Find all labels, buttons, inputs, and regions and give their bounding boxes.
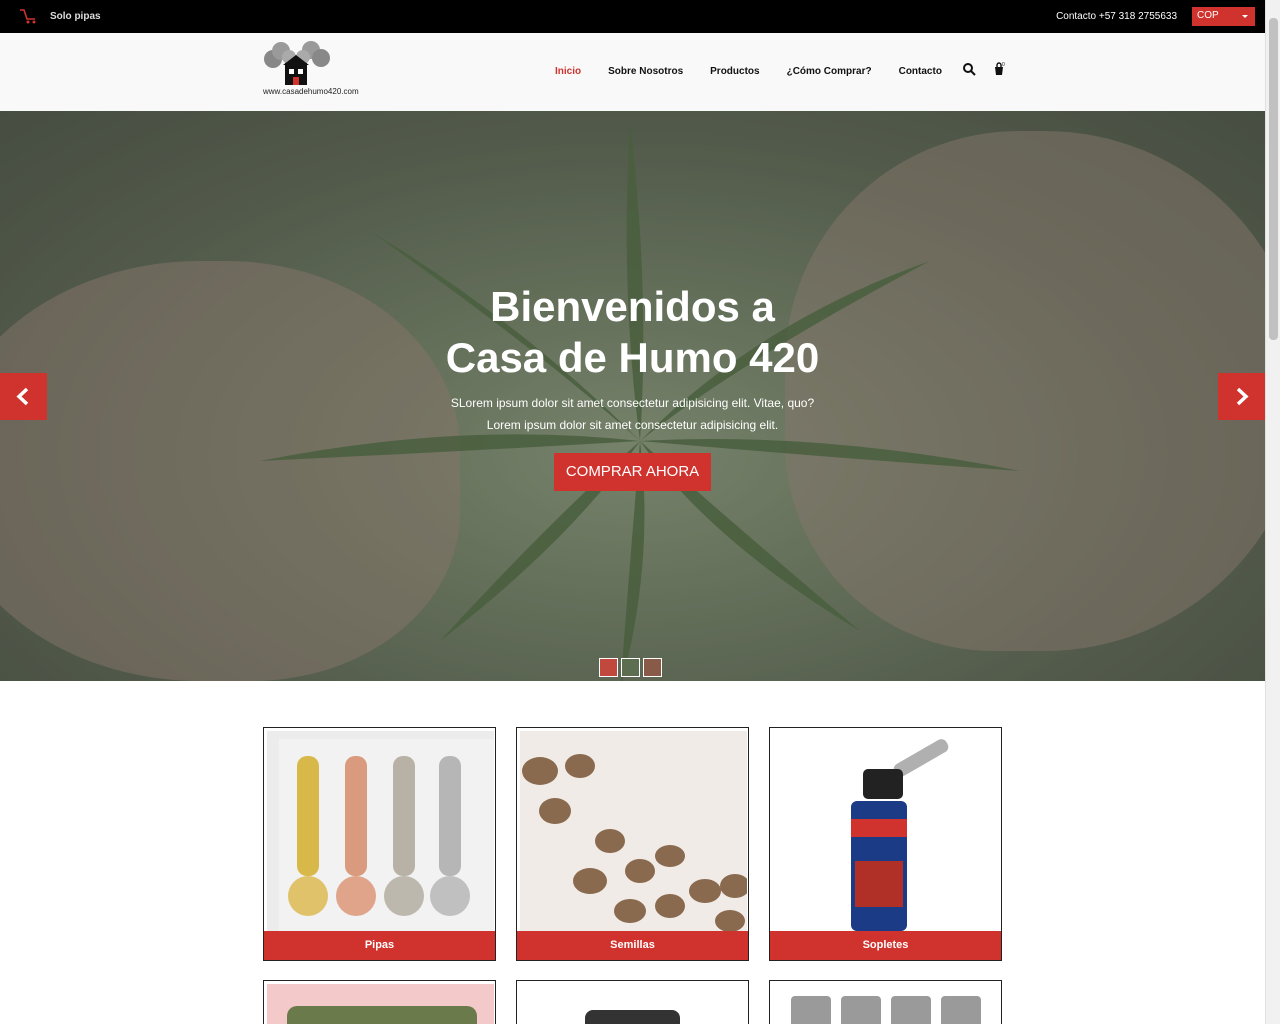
nav-item-contacto[interactable]: Contacto xyxy=(899,66,942,77)
product-image xyxy=(773,984,1000,1024)
nav-item-como-comprar[interactable]: ¿Cómo Comprar? xyxy=(787,66,872,77)
chevron-down-icon xyxy=(1242,15,1248,18)
site-header: www.casadehumo420.com Inicio Sobre Nosot… xyxy=(0,33,1265,111)
hero-slider: Bienvenidos a Casa de Humo 420 SLorem ip… xyxy=(0,111,1265,681)
product-image xyxy=(267,984,494,1024)
torch-image xyxy=(773,731,1000,931)
category-label: Pipas xyxy=(264,931,495,960)
category-label: Semillas xyxy=(517,931,748,960)
ticker-text: Solo pipas xyxy=(50,10,101,22)
slider-prev-button[interactable] xyxy=(0,373,47,420)
header-actions: 0 xyxy=(962,62,1006,76)
logo-url: www.casadehumo420.com xyxy=(263,87,359,96)
slider-next-button[interactable] xyxy=(1218,373,1265,420)
cart-promo-icon xyxy=(20,9,36,24)
contact-phone[interactable]: Contacto +57 318 2755633 xyxy=(1056,11,1177,22)
hero-title-line1: Bienvenidos a xyxy=(490,283,775,330)
currency-value: COP xyxy=(1197,10,1219,21)
ticker: Solo pipas xyxy=(18,7,101,25)
hero-title-line2: Casa de Humo 420 xyxy=(445,334,820,381)
nav-item-inicio[interactable]: Inicio xyxy=(555,66,581,77)
nav-item-sobre-nosotros[interactable]: Sobre Nosotros xyxy=(608,66,683,77)
chevron-right-icon xyxy=(1236,387,1249,406)
nav-item-productos[interactable]: Productos xyxy=(710,66,759,77)
hero-subtitle-line1: SLorem ipsum dolor sit amet consectetur … xyxy=(450,396,815,410)
category-card-pipas[interactable]: Pipas xyxy=(263,727,496,961)
pipes-image xyxy=(267,731,494,931)
site-logo[interactable]: www.casadehumo420.com xyxy=(263,41,373,101)
chevron-left-icon xyxy=(16,387,29,406)
category-card-4[interactable] xyxy=(263,980,496,1024)
category-card-6[interactable] xyxy=(769,980,1002,1024)
hero-subtitle-line2: Lorem ipsum dolor sit amet consectetur a… xyxy=(486,418,779,432)
seeds-image xyxy=(520,731,747,931)
slider-dot-1[interactable] xyxy=(599,658,618,677)
main-nav: Inicio Sobre Nosotros Productos ¿Cómo Co… xyxy=(555,66,969,77)
category-label: Sopletes xyxy=(770,931,1001,960)
cart-count: 0 xyxy=(1002,62,1005,68)
category-card-sopletes[interactable]: Sopletes xyxy=(769,727,1002,961)
scrollbar-thumb[interactable] xyxy=(1269,18,1278,340)
page-scrollbar[interactable] xyxy=(1265,0,1280,1024)
slider-indicators xyxy=(599,658,662,677)
hero-title: Bienvenidos a Casa de Humo 420 xyxy=(0,281,1265,383)
slider-dot-2[interactable] xyxy=(621,658,640,677)
category-card-5[interactable] xyxy=(516,980,749,1024)
shopping-bag-icon[interactable]: 0 xyxy=(992,62,1006,76)
category-card-semillas[interactable]: Semillas xyxy=(516,727,749,961)
slider-dot-3[interactable] xyxy=(643,658,662,677)
currency-select[interactable]: COP xyxy=(1192,7,1255,26)
house-smoke-logo-icon xyxy=(264,41,330,85)
search-icon[interactable] xyxy=(962,62,976,76)
product-image xyxy=(520,984,747,1024)
buy-now-button[interactable]: COMPRAR AHORA xyxy=(554,453,711,491)
hero-subtitle: SLorem ipsum dolor sit amet consectetur … xyxy=(0,392,1265,436)
top-bar: Solo pipas Contacto +57 318 2755633 COP xyxy=(0,0,1265,33)
